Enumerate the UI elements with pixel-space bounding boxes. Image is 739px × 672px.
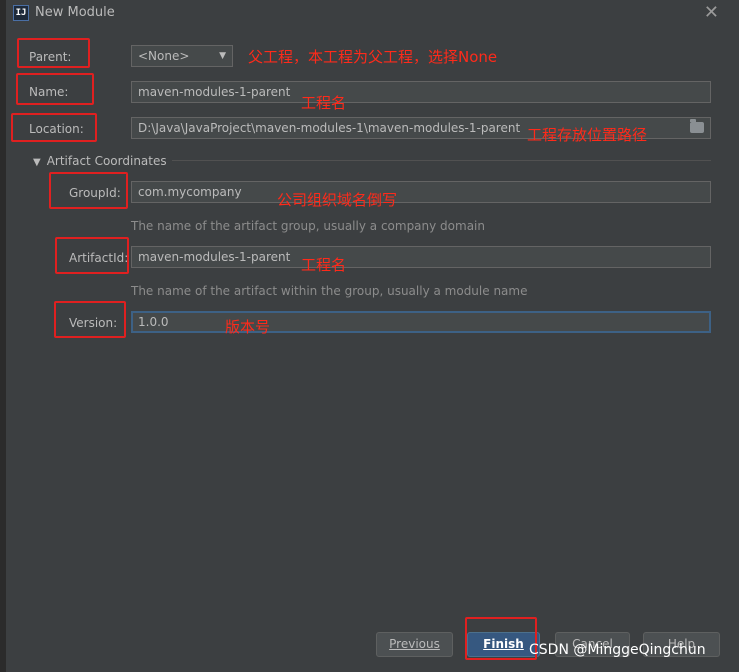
intellij-app-icon: IJ <box>13 5 29 21</box>
name-field[interactable]: maven-modules-1-parent <box>131 81 711 103</box>
watermark-text: CSDN @MinggeQingchun <box>529 642 706 658</box>
artifactid-field[interactable]: maven-modules-1-parent <box>131 246 711 268</box>
annotation-box-version <box>54 301 126 338</box>
folder-icon[interactable] <box>690 119 704 133</box>
annotation-box-parent <box>17 38 90 68</box>
triangle-down-icon: ▼ <box>33 157 41 168</box>
previous-button[interactable]: Previous <box>376 632 453 657</box>
annotation-groupid-note: 公司组织域名倒写 <box>277 191 398 209</box>
parent-dropdown-value: <None> <box>138 49 190 63</box>
close-icon[interactable]: ✕ <box>704 2 719 23</box>
background-window-edge <box>0 0 6 672</box>
section-separator <box>172 160 711 161</box>
annotation-name-note: 工程名 <box>301 94 347 112</box>
annotation-box-location <box>11 113 97 142</box>
annotation-box-name <box>16 73 94 105</box>
groupid-hint: The name of the artifact group, usually … <box>131 219 485 233</box>
chevron-down-icon: ▼ <box>219 51 226 61</box>
annotation-box-finish <box>465 617 537 660</box>
annotation-location-note: 工程存放位置路径 <box>527 126 648 144</box>
location-value: D:\Java\JavaProject\maven-modules-1\mave… <box>138 121 521 135</box>
artifact-coordinates-toggle[interactable]: ▼ Artifact Coordinates <box>33 154 167 168</box>
annotation-box-groupid <box>49 172 128 209</box>
annotation-box-artifactid <box>55 237 129 274</box>
groupid-field[interactable]: com.mycompany <box>131 181 711 203</box>
annotation-parent-note: 父工程，本工程为父工程，选择None <box>248 48 498 66</box>
parent-dropdown[interactable]: <None> ▼ <box>131 45 233 67</box>
dialog-title: New Module <box>35 5 115 20</box>
annotation-version-note: 版本号 <box>225 318 271 336</box>
title-bar: IJ New Module ✕ <box>6 0 739 26</box>
artifact-coordinates-title: Artifact Coordinates <box>46 154 167 168</box>
annotation-artifactid-note: 工程名 <box>301 256 347 274</box>
version-field[interactable]: 1.0.0 <box>131 311 711 333</box>
previous-button-label: Previous <box>389 637 440 651</box>
artifactid-hint: The name of the artifact within the grou… <box>131 284 528 298</box>
